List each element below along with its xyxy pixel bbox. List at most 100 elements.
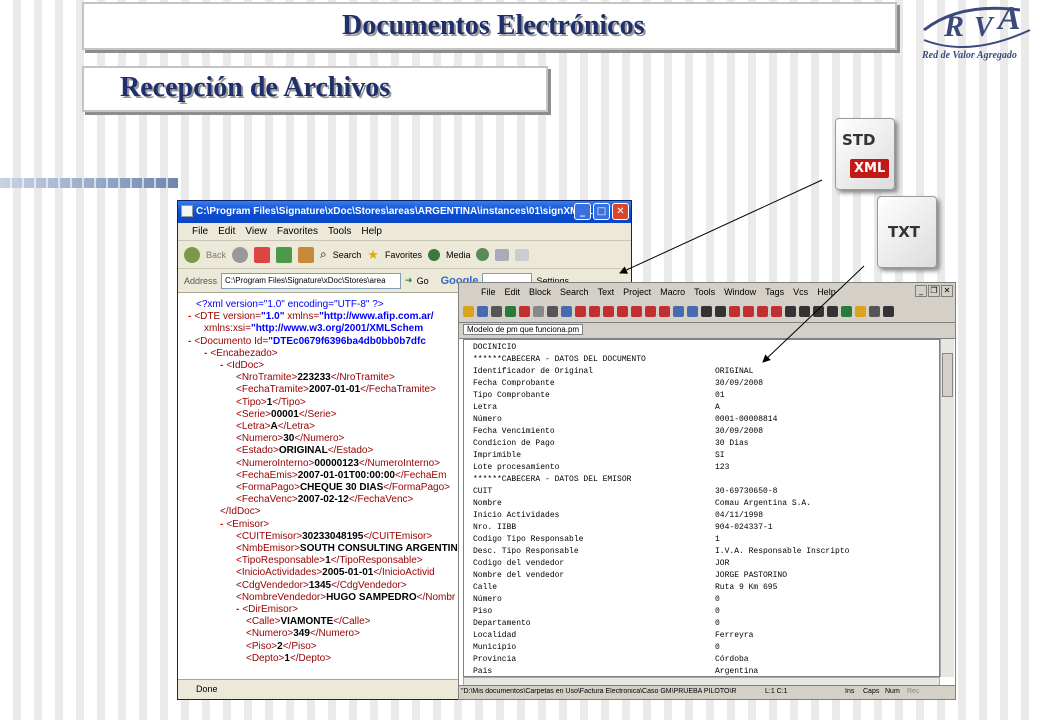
collapse-toggle[interactable]: - [220,360,223,371]
xml-value: 2007-01-01T00:00:00 [297,469,395,481]
ie-titlebar[interactable]: C:\Program Files\Signature\xDoc\Stores\a… [178,201,631,223]
toolbar-button-icon[interactable] [827,306,838,317]
toolbar-button-icon[interactable] [533,306,544,317]
toolbar-button-icon[interactable] [743,306,754,317]
xml-tag: <FormaPago> [236,482,300,493]
toolbar-button-icon[interactable] [491,306,502,317]
refresh-icon[interactable] [276,246,293,263]
toolbar-button-icon[interactable] [687,306,698,317]
toolbar-button-icon[interactable] [869,306,880,317]
home-icon[interactable] [298,246,315,263]
editor-menu-text[interactable]: Text [598,287,615,301]
toolbar-button-icon[interactable] [505,306,516,317]
toolbar-button-icon[interactable] [477,306,488,317]
toolbar-button-icon[interactable] [785,306,796,317]
back-arrow-icon[interactable] [184,246,200,263]
toolbar-button-icon[interactable] [883,306,894,317]
editor-field-value: 123 [715,463,730,472]
editor-line: Pais Argentina [464,666,939,676]
search-icon[interactable]: ⌕ [320,247,327,262]
toolbar-button-icon[interactable] [701,306,712,317]
toolbar-button-icon[interactable] [771,306,782,317]
editor-menu-macro[interactable]: Macro [660,287,685,301]
collapse-toggle[interactable]: - [188,311,191,322]
media-icon[interactable] [427,248,440,261]
subtitle-banner: Recepción de Archivos [82,66,548,112]
toolbar-button-icon[interactable] [813,306,824,317]
editor-menu-search[interactable]: Search [560,287,589,301]
toolbar-button-icon[interactable] [715,306,726,317]
toolbar-button-icon[interactable] [463,306,474,317]
xml-tag: <Estado> [236,445,279,457]
address-input[interactable]: C:\Program Files\Signature\xDoc\Stores\a… [221,272,402,289]
menu-tools[interactable]: Tools [328,226,351,240]
toolbar-button-icon[interactable] [757,306,768,317]
xml-line: - <Documento Id="DTEc0679f6396ba4db0bb0b7… [188,336,426,348]
xml-attr-name: Id= [254,335,269,347]
toolbar-button-icon[interactable] [547,306,558,317]
toolbar-button-icon[interactable] [589,306,600,317]
editor-line: Municipio 0 [464,642,939,654]
editor-menu-help[interactable]: Help [817,287,836,301]
xml-tag: </Serie> [298,408,337,420]
editor-line: Lote procesamiento 123 [464,462,939,474]
toolbar-button-icon[interactable] [575,306,586,317]
close-button[interactable]: ✕ [612,203,629,220]
collapse-toggle[interactable]: - [188,336,191,347]
media-button[interactable]: Media [446,250,471,260]
editor-restore-button[interactable]: ❐ [928,285,940,297]
menu-file[interactable]: File [192,226,208,240]
xml-tag: <Piso> [246,640,278,652]
editor-menu-block[interactable]: Block [529,287,551,301]
go-button[interactable]: Go [417,276,429,286]
toolbar-button-icon[interactable] [519,306,530,317]
editor-menu-edit[interactable]: Edit [505,287,521,301]
editor-minimize-button[interactable]: _ [915,285,927,297]
toolbar-button-icon[interactable] [617,306,628,317]
stop-icon[interactable] [254,246,271,263]
favorites-star-icon[interactable]: ★ [367,247,379,263]
xml-line: <FechaEmis>2007-01-01T00:00:00</FechaEm [236,470,446,482]
maximize-button[interactable]: □ [593,203,610,220]
collapse-toggle[interactable]: - [204,348,207,359]
editor-menu-vcs[interactable]: Vcs [793,287,808,301]
toolbar-button-icon[interactable] [645,306,656,317]
toolbar-button-icon[interactable] [603,306,614,317]
toolbar-button-icon[interactable] [631,306,642,317]
back-label[interactable]: Back [206,250,226,260]
toolbar-button-icon[interactable] [729,306,740,317]
toolbar-button-icon[interactable] [561,306,572,317]
menu-view[interactable]: View [245,226,267,240]
minimize-button[interactable]: _ [574,203,591,220]
editor-menu-file[interactable]: File [481,287,496,301]
editor-field-value: Córdoba [715,655,749,664]
scrollbar-thumb[interactable] [942,353,953,397]
xml-value: 223233 [297,372,331,384]
toolbar-button-icon[interactable] [659,306,670,317]
favorites-button[interactable]: Favorites [385,250,422,260]
collapse-toggle[interactable]: - [220,519,223,530]
collapse-toggle[interactable]: - [236,604,239,615]
print-icon[interactable] [515,248,530,261]
editor-text-area[interactable]: DOCINICIO ******CABECERA - DATOS DEL DOCU… [463,339,940,677]
editor-menu-tools[interactable]: Tools [694,287,715,301]
editor-menu-project[interactable]: Project [623,287,651,301]
menu-help[interactable]: Help [361,226,382,240]
xml-tag: <NroTramite> [236,372,298,384]
go-arrow-icon[interactable]: ➜ [405,275,413,286]
toolbar-button-icon[interactable] [673,306,684,317]
forward-arrow-icon[interactable] [232,246,249,263]
menu-edit[interactable]: Edit [218,226,235,240]
editor-menu-window[interactable]: Window [724,287,756,301]
toolbar-button-icon[interactable] [841,306,852,317]
history-icon[interactable] [476,248,490,261]
editor-menu-tags[interactable]: Tags [765,287,784,301]
search-button[interactable]: Search [333,250,362,260]
mail-icon[interactable] [495,248,510,261]
toolbar-button-icon[interactable] [799,306,810,317]
editor-vertical-scrollbar[interactable] [940,339,954,677]
editor-close-button[interactable]: ✕ [941,285,953,297]
toolbar-button-icon[interactable] [855,306,866,317]
menu-favorites[interactable]: Favorites [277,226,318,240]
editor-tab-file[interactable]: Modelo de pm que funciona.pm [463,324,584,335]
